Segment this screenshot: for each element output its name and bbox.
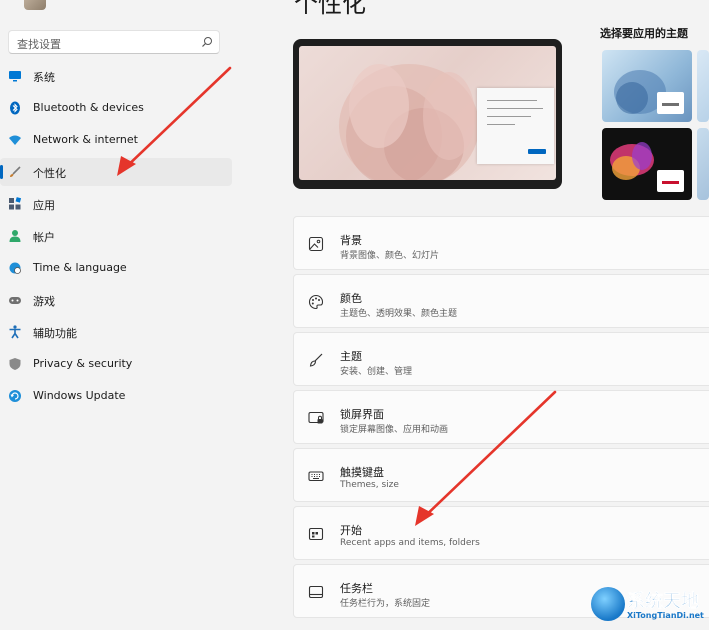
annotation-arrows	[117, 66, 557, 526]
annotation-arrow-start	[415, 390, 557, 526]
watermark-title: 系统天地	[627, 591, 700, 613]
watermark-url: XiTongTianDi.net	[627, 611, 704, 620]
annotation-arrow-personalization	[117, 66, 232, 176]
watermark-logo	[591, 587, 625, 621]
watermark: 系统天地 XiTongTianDi.net	[589, 583, 709, 630]
